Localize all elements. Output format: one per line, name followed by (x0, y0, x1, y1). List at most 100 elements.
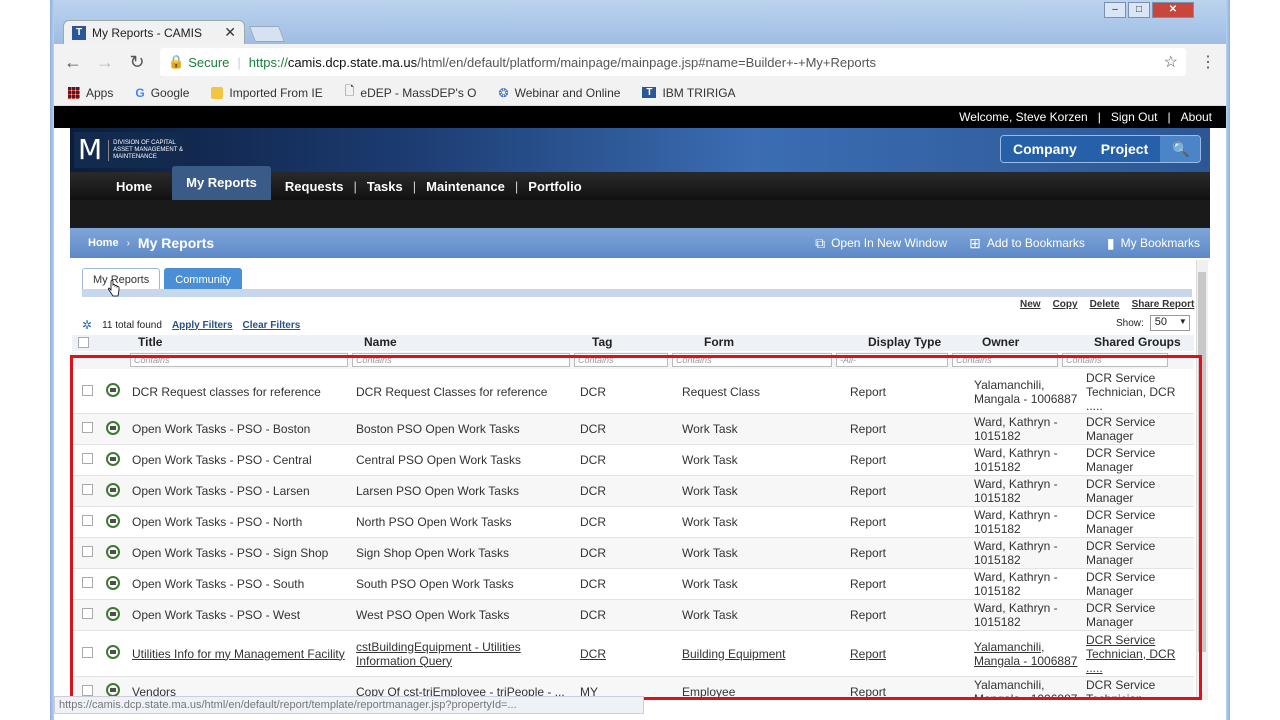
new-button[interactable]: New (1020, 299, 1041, 310)
page-size-control: Show: 50 (1116, 315, 1190, 331)
checkbox[interactable] (78, 337, 89, 348)
search-icon[interactable]: 🔍 (1160, 136, 1201, 162)
reload-icon[interactable]: ↻ (128, 52, 146, 73)
breadcrumb-home[interactable]: Home (88, 237, 119, 249)
col-tag[interactable]: Tag (578, 335, 692, 351)
share-report-button[interactable]: Share Report (1132, 299, 1195, 310)
left-margin (0, 0, 50, 720)
col-shared-groups[interactable]: Shared Groups (1082, 335, 1194, 351)
menu-icon[interactable]: ⋮ (1200, 52, 1216, 72)
url-prefix: https:// (248, 54, 288, 70)
address-bar[interactable]: 🔒 Secure | https:// camis.dcp.state.ma.u… (160, 48, 1186, 76)
logo-mark: M (78, 133, 103, 166)
folder-icon (211, 86, 224, 99)
new-window-icon: ⧉ (815, 234, 826, 251)
nav-portfolio[interactable]: Portfolio (522, 179, 587, 194)
my-bookmarks-button[interactable]: ▮ My Bookmarks (1107, 235, 1200, 252)
nav-separator: | (514, 178, 519, 194)
browser-toolbar: ← → ↻ 🔒 Secure | https:// camis.dcp.stat… (54, 44, 1226, 80)
open-new-window-button[interactable]: ⧉ Open In New Window (815, 235, 947, 252)
new-tab-button[interactable] (249, 26, 285, 42)
report-actions: New Copy Delete Share Report (1020, 299, 1194, 310)
report-subtabs: My Reports Community (82, 268, 242, 290)
about-link[interactable]: About (1181, 110, 1212, 124)
left-gutter (54, 128, 70, 700)
nav-separator: | (412, 178, 417, 194)
welcome-text: Welcome, Steve Korzen (959, 110, 1088, 124)
show-label: Show: (1116, 317, 1144, 329)
bookmark-star-icon[interactable]: ☆ (1164, 52, 1178, 72)
close-tab-icon[interactable]: ✕ (224, 24, 236, 41)
bookmark-apps[interactable]: Apps (68, 86, 113, 100)
search-tab-company[interactable]: Company (1001, 136, 1089, 162)
bookmark-label: IBM TRIRIGA (662, 85, 736, 100)
lock-icon: 🔒 (168, 54, 185, 69)
page-title: My Reports (137, 235, 215, 251)
bookmark-label: eDEP - MassDEP's O (360, 85, 477, 100)
tab-title: My Reports - CAMIS (92, 25, 203, 40)
google-icon: G (135, 85, 145, 100)
close-window-button[interactable]: ✕ (1152, 2, 1194, 18)
apply-filters-link[interactable]: Apply Filters (172, 320, 233, 331)
delete-button[interactable]: Delete (1090, 299, 1120, 310)
main-nav: Home My Reports Requests | Tasks | Maint… (70, 166, 1210, 200)
nav-tasks[interactable]: Tasks (361, 179, 409, 194)
nav-requests[interactable]: Requests (279, 179, 350, 194)
tab-community[interactable]: Community (164, 268, 242, 290)
add-bookmarks-button[interactable]: ⊞ Add to Bookmarks (969, 235, 1085, 252)
bookmark-label: Google (150, 85, 190, 100)
search-tabs: Company Project 🔍 (1000, 135, 1202, 163)
tab-my-reports[interactable]: My Reports (82, 268, 161, 290)
page-size-select[interactable]: 50 (1149, 315, 1190, 331)
highlight-box (70, 355, 1202, 700)
tab-favicon-icon: T (72, 25, 86, 40)
back-icon[interactable]: ← (64, 52, 82, 73)
status-bar: https://camis.dcp.state.ma.us/html/en/de… (54, 696, 644, 714)
select-all-checkbox[interactable] (72, 335, 98, 351)
clear-filters-link[interactable]: Clear Filters (243, 320, 301, 331)
bookmark-google[interactable]: G Google (135, 86, 189, 100)
address-separator: | (237, 54, 241, 70)
bookmark-tririga[interactable]: T IBM TRIRIGA (642, 85, 736, 100)
forward-icon[interactable]: → (96, 52, 114, 73)
user-bar: Welcome, Steve Korzen | Sign Out | About (54, 106, 1226, 128)
col-name[interactable]: Name (354, 335, 578, 351)
bookmark-label: Webinar and Online (514, 85, 621, 100)
browser-tab[interactable]: T My Reports - CAMIS ✕ (63, 20, 245, 44)
col-display-type[interactable]: Display Type (858, 335, 970, 351)
nav-maintenance[interactable]: Maintenance (420, 179, 511, 194)
maximize-button[interactable]: □ (1128, 2, 1150, 18)
col-form[interactable]: Form (692, 335, 858, 351)
bookmark-webinar[interactable]: ❂ Webinar and Online (499, 86, 621, 100)
minimize-button[interactable]: ‒ (1104, 2, 1126, 18)
sign-out-link[interactable]: Sign Out (1111, 110, 1158, 124)
add-bookmark-icon: ⊞ (969, 234, 981, 251)
col-owner[interactable]: Owner (970, 335, 1082, 351)
table-header: Title Name Tag Form Display Type Owner S… (72, 335, 1194, 351)
bookmark-imported[interactable]: Imported From IE (211, 86, 323, 100)
bookmarks-bar: Apps G Google Imported From IE 🗋 eDEP - Ma… (54, 80, 1226, 106)
nav-separator: | (353, 178, 357, 194)
tab-underline (82, 289, 1192, 297)
bookmark-label: Apps (86, 85, 114, 100)
sub-nav-bar (70, 200, 1210, 228)
hand-cursor-icon (108, 280, 120, 297)
settings-icon[interactable]: ✲ (82, 318, 92, 332)
icon-column (98, 335, 128, 351)
total-found: 11 total found (102, 319, 162, 331)
page-icon: 🗋 (344, 84, 355, 98)
dcamm-logo[interactable]: M DIVISION OF CAPITAL ASSET MANAGEMENT &… (74, 132, 186, 168)
apps-grid-icon (68, 86, 80, 99)
my-bookmarks-label: My Bookmarks (1120, 236, 1200, 250)
search-tab-project[interactable]: Project (1088, 136, 1161, 162)
chevron-right-icon: › (126, 237, 130, 249)
nav-home[interactable]: Home (110, 179, 158, 194)
bookmark-edep[interactable]: 🗋 eDEP - MassDEP's O (345, 82, 477, 103)
add-bookmarks-label: Add to Bookmarks (986, 236, 1085, 250)
window-border-right (1226, 0, 1230, 720)
secure-label: Secure (188, 54, 230, 70)
right-gutter (1210, 128, 1226, 700)
copy-button[interactable]: Copy (1053, 299, 1078, 310)
col-title[interactable]: Title (128, 335, 354, 351)
nav-my-reports[interactable]: My Reports (172, 166, 271, 200)
